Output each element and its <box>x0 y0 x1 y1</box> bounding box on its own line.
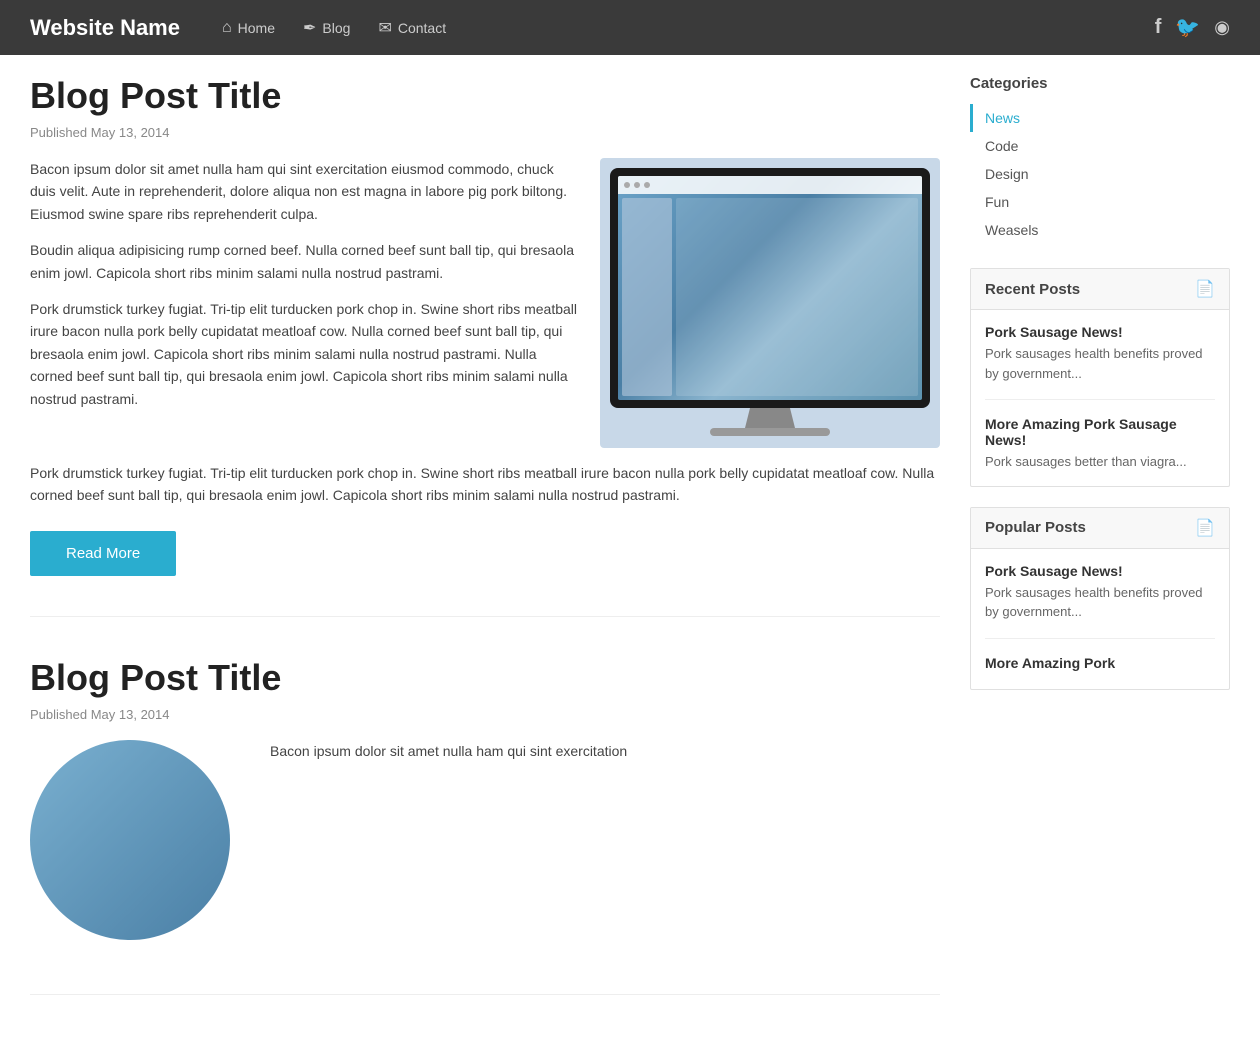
main-nav: ⌂ Home ✒ Blog ✉ Contact <box>210 12 1155 44</box>
post-1-content-area: Bacon ipsum dolor sit amet nulla ham qui… <box>30 158 940 448</box>
category-news[interactable]: News <box>970 104 1230 132</box>
rss-icon[interactable]: ◉ <box>1214 17 1230 38</box>
post-2-text: Bacon ipsum dolor sit amet nulla ham qui… <box>270 740 940 940</box>
nav-contact[interactable]: ✉ Contact <box>366 12 458 44</box>
popular-posts-widget: Popular Posts 📄 Pork Sausage News! Pork … <box>970 507 1230 690</box>
post-2-para-1: Bacon ipsum dolor sit amet nulla ham qui… <box>270 740 940 762</box>
screen-dot-2 <box>634 182 640 188</box>
post-1-para-1: Bacon ipsum dolor sit amet nulla ham qui… <box>30 158 580 225</box>
post-1-lower-text: Pork drumstick turkey fugiat. Tri-tip el… <box>30 462 940 507</box>
screen-dot-3 <box>644 182 650 188</box>
popular-posts-body: Pork Sausage News! Pork sausages health … <box>971 549 1229 689</box>
screen-sidebar <box>622 198 672 396</box>
post-1-para-2: Boudin aliqua adipisicing rump corned be… <box>30 239 580 284</box>
post-1-text: Bacon ipsum dolor sit amet nulla ham qui… <box>30 158 580 448</box>
recent-posts-header: Recent Posts 📄 <box>971 269 1229 310</box>
screen-header <box>618 176 922 194</box>
categories-title: Categories <box>970 75 1230 92</box>
post-1-para-3: Pork drumstick turkey fugiat. Tri-tip el… <box>30 298 580 410</box>
blog-post-1: Blog Post Title Published May 13, 2014 B… <box>30 75 940 617</box>
recent-post-1-title[interactable]: Pork Sausage News! <box>985 324 1215 340</box>
site-title: Website Name <box>30 15 180 41</box>
home-icon: ⌂ <box>222 19 232 37</box>
popular-posts-title: Popular Posts <box>985 519 1086 536</box>
category-code[interactable]: Code <box>970 132 1230 160</box>
post-2-title: Blog Post Title <box>30 657 940 699</box>
post-1-date: Published May 13, 2014 <box>30 125 940 140</box>
read-more-button[interactable]: Read More <box>30 531 176 576</box>
popular-post-1: Pork Sausage News! Pork sausages health … <box>985 563 1215 639</box>
popular-post-1-title[interactable]: Pork Sausage News! <box>985 563 1215 579</box>
pen-icon: ✒ <box>303 18 316 38</box>
nav-contact-label: Contact <box>398 20 446 36</box>
category-fun[interactable]: Fun <box>970 188 1230 216</box>
nav-home[interactable]: ⌂ Home <box>210 13 287 43</box>
monitor-base <box>710 428 830 436</box>
category-weasels[interactable]: Weasels <box>970 216 1230 244</box>
sidebar: Categories News Code Design Fun Weasels … <box>970 75 1230 1035</box>
post-2-content-area: Bacon ipsum dolor sit amet nulla ham qui… <box>30 740 940 940</box>
widget-doc-icon: 📄 <box>1195 279 1215 299</box>
recent-posts-title: Recent Posts <box>985 281 1080 298</box>
screen-main-area <box>676 198 918 396</box>
recent-post-2-title[interactable]: More Amazing Pork Sausage News! <box>985 416 1215 448</box>
recent-post-2-excerpt: Pork sausages better than viagra... <box>985 452 1215 472</box>
popular-widget-doc-icon: 📄 <box>1195 518 1215 538</box>
facebook-icon[interactable]: f <box>1155 16 1162 39</box>
popular-posts-header: Popular Posts 📄 <box>971 508 1229 549</box>
post-2-date: Published May 13, 2014 <box>30 707 940 722</box>
categories-list: News Code Design Fun Weasels <box>970 104 1230 244</box>
site-header: Website Name ⌂ Home ✒ Blog ✉ Contact f 🐦… <box>0 0 1260 55</box>
category-design[interactable]: Design <box>970 160 1230 188</box>
post-1-lower-para: Pork drumstick turkey fugiat. Tri-tip el… <box>30 462 940 507</box>
recent-posts-widget: Recent Posts 📄 Pork Sausage News! Pork s… <box>970 268 1230 487</box>
page-layout: Blog Post Title Published May 13, 2014 B… <box>0 55 1260 1055</box>
post-2-image <box>30 740 230 940</box>
post-1-title: Blog Post Title <box>30 75 940 117</box>
main-content: Blog Post Title Published May 13, 2014 B… <box>30 75 940 1035</box>
recent-posts-body: Pork Sausage News! Pork sausages health … <box>971 310 1229 486</box>
post-1-image <box>600 158 940 448</box>
popular-post-2: More Amazing Pork <box>985 655 1215 671</box>
recent-post-1: Pork Sausage News! Pork sausages health … <box>985 324 1215 400</box>
post-1-image-container <box>600 158 940 448</box>
categories-section: Categories News Code Design Fun Weasels <box>970 75 1230 244</box>
recent-post-1-excerpt: Pork sausages health benefits proved by … <box>985 344 1215 383</box>
blog-post-2: Blog Post Title Published May 13, 2014 B… <box>30 657 940 995</box>
twitter-icon[interactable]: 🐦 <box>1175 15 1200 40</box>
nav-blog[interactable]: ✒ Blog <box>291 12 362 44</box>
nav-blog-label: Blog <box>322 20 350 36</box>
recent-post-2: More Amazing Pork Sausage News! Pork sau… <box>985 416 1215 472</box>
envelope-icon: ✉ <box>378 18 391 38</box>
popular-post-2-title[interactable]: More Amazing Pork <box>985 655 1215 671</box>
screen-body <box>618 194 922 400</box>
monitor-stand <box>745 408 795 428</box>
social-icons: f 🐦 ◉ <box>1155 15 1230 40</box>
monitor-screen <box>618 176 922 400</box>
monitor-graphic <box>610 168 930 408</box>
popular-post-1-excerpt: Pork sausages health benefits proved by … <box>985 583 1215 622</box>
screen-dot-1 <box>624 182 630 188</box>
nav-home-label: Home <box>238 20 275 36</box>
